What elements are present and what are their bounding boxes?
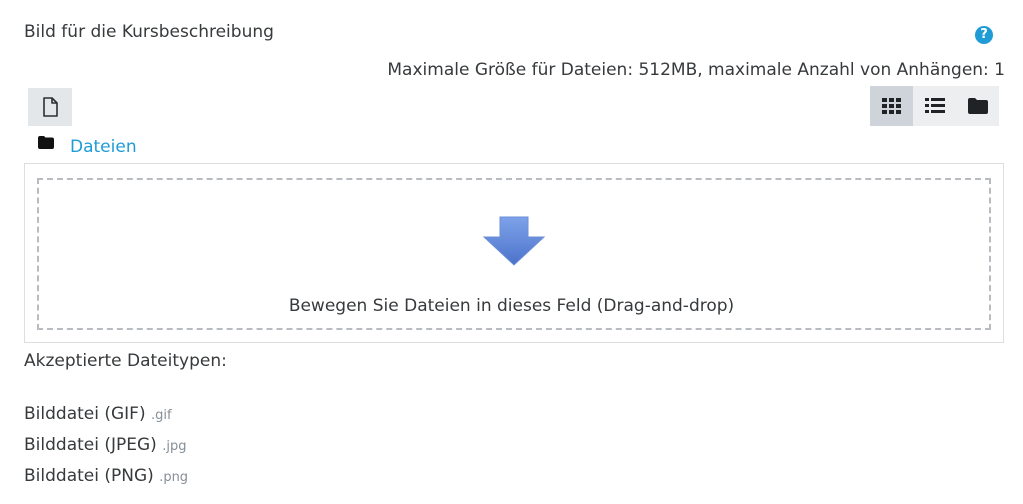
upload-limits-text: Maximale Größe für Dateien: 512MB, maxim… — [387, 60, 1005, 80]
grid-icon — [881, 98, 901, 114]
help-icon[interactable]: ? — [975, 26, 993, 44]
breadcrumb-files-link[interactable]: Dateien — [70, 137, 137, 157]
tree-view-button[interactable] — [956, 86, 999, 126]
list-icon — [924, 98, 945, 113]
folder-icon — [38, 136, 54, 149]
file-type-name: Bilddatei (GIF) — [24, 404, 146, 424]
file-type-item: Bilddatei (GIF) .gif — [24, 402, 188, 433]
file-type-extension: .gif — [151, 408, 172, 423]
file-icon — [43, 97, 58, 117]
view-switcher — [870, 86, 999, 126]
file-type-extension: .png — [159, 470, 189, 485]
file-type-item: Bilddatei (JPEG) .jpg — [24, 433, 188, 464]
field-label: Bild für die Kursbeschreibung — [24, 22, 274, 42]
dropzone-instructions: Bewegen Sie Dateien in dieses Feld (Drag… — [288, 296, 735, 316]
list-view-button[interactable] — [913, 86, 956, 126]
add-file-button[interactable] — [28, 88, 72, 126]
file-type-item: Bilddatei (PNG) .png — [24, 464, 188, 495]
accepted-types-list: Bilddatei (GIF) .gif Bilddatei (JPEG) .j… — [24, 402, 188, 495]
file-type-name: Bilddatei (JPEG) — [24, 435, 157, 455]
file-type-extension: .jpg — [162, 439, 187, 454]
breadcrumb-folder-icon-wrap — [38, 136, 54, 149]
filepicker-field: Bild für die Kursbeschreibung ? Maximale… — [0, 0, 1023, 504]
accepted-types-label: Akzeptierte Dateitypen: — [24, 351, 227, 371]
file-type-name: Bilddatei (PNG) — [24, 466, 154, 486]
folder-icon — [967, 98, 988, 114]
arrow-down-icon — [482, 215, 546, 271]
grid-view-button[interactable] — [870, 86, 913, 126]
